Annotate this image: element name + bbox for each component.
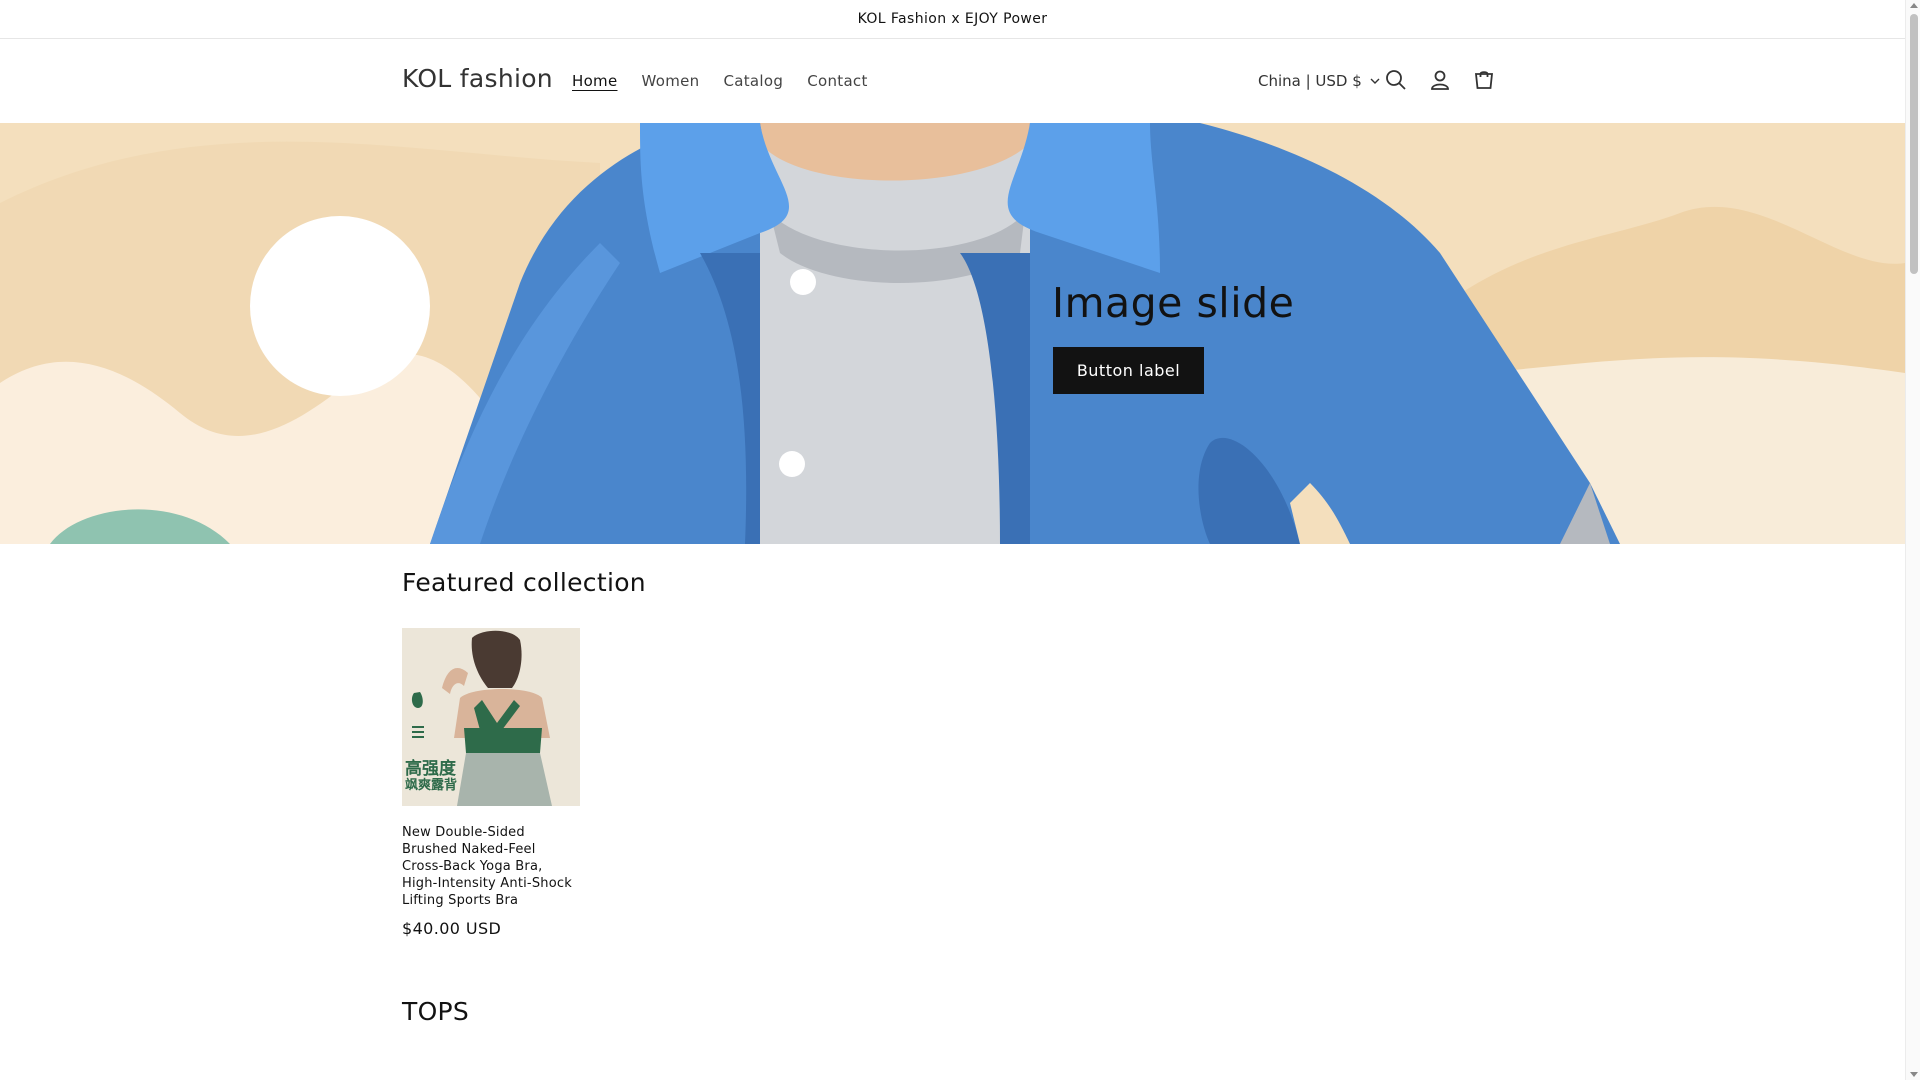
hero-title: Image slide <box>1052 279 1295 327</box>
featured-collection-title: Featured collection <box>402 568 646 597</box>
hero-slideshow: Image slide Button label <box>0 123 1905 544</box>
product-image[interactable]: 高强度 飒爽露背 <box>402 628 580 806</box>
hero-button[interactable]: Button label <box>1053 347 1204 394</box>
scrollbar-thumb[interactable] <box>1910 14 1918 274</box>
nav-home[interactable]: Home <box>560 72 630 90</box>
chevron-down-icon <box>1370 78 1380 84</box>
site-header: KOL fashion Home Women Catalog Contact C… <box>0 39 1905 123</box>
scroll-down-icon[interactable] <box>1910 1072 1918 1077</box>
page-scrollbar[interactable] <box>1905 0 1920 1080</box>
site-logo[interactable]: KOL fashion <box>402 64 553 93</box>
nav-women[interactable]: Women <box>630 72 712 90</box>
cart-icon[interactable] <box>1471 67 1497 93</box>
main-nav: Home Women Catalog Contact <box>560 72 880 90</box>
announcement-text: KOL Fashion x EJOY Power <box>857 11 1048 27</box>
tops-section-title: TOPS <box>402 997 470 1026</box>
scroll-up-icon[interactable] <box>1910 3 1918 8</box>
product-card[interactable]: 高强度 飒爽露背 New Double-Sided Brushed Naked-… <box>402 628 580 938</box>
locale-selector[interactable]: China | USD $ <box>1258 72 1380 90</box>
product-price: $40.00 USD <box>402 919 502 938</box>
hero-illustration <box>0 123 1905 544</box>
search-icon[interactable] <box>1383 67 1409 93</box>
account-icon[interactable] <box>1427 67 1453 93</box>
nav-catalog[interactable]: Catalog <box>711 72 795 90</box>
product-image-text-2: 飒爽露背 <box>405 778 458 793</box>
locale-label: China | USD $ <box>1258 72 1362 90</box>
announcement-bar: KOL Fashion x EJOY Power <box>0 0 1905 39</box>
nav-contact[interactable]: Contact <box>795 72 879 90</box>
product-title[interactable]: New Double-Sided Brushed Naked-Feel Cros… <box>402 824 580 909</box>
